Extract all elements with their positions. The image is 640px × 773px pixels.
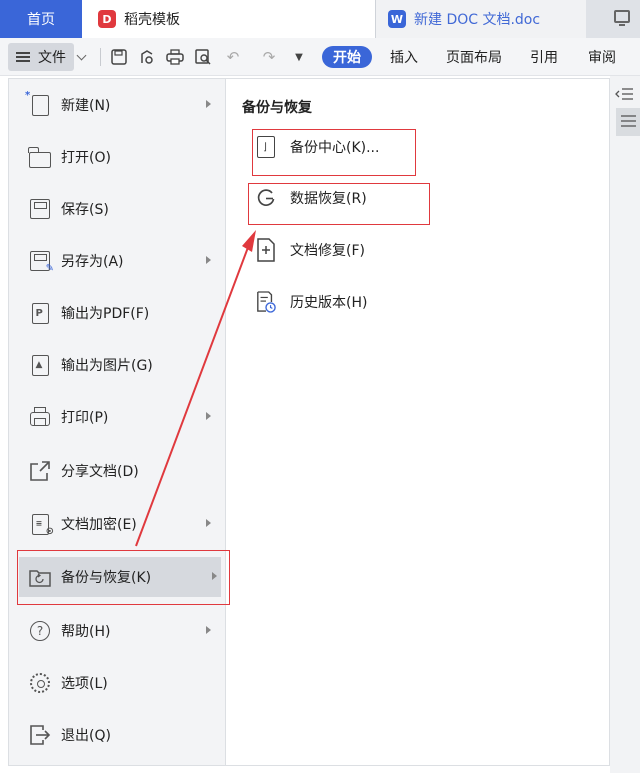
history-version-icon — [256, 291, 276, 313]
menu-item-label: 新建(N) — [61, 98, 111, 114]
submenu-arrow-icon — [206, 626, 211, 634]
submenu-item-history-version[interactable]: 历史版本(H) — [256, 286, 367, 318]
image-export-icon: ▲ — [29, 354, 51, 376]
menu-item-label: 选项(L) — [61, 676, 108, 692]
paragraph-icon[interactable] — [616, 108, 640, 136]
tab-document[interactable]: W 新建 DOC 文档.doc — [376, 0, 586, 38]
submenu-arrow-icon — [206, 519, 211, 527]
help-icon: ? — [29, 620, 51, 642]
menu-item-label: 打印(P) — [61, 410, 109, 426]
file-menu: * 新建(N) 打开(O) 保存(S) ✎ 另存为(A) P 输出为PDF(F)… — [8, 78, 226, 766]
writer-logo-icon: W — [388, 10, 406, 28]
ribbon-tab-references[interactable]: 引用 — [530, 46, 558, 68]
menu-item-encrypt[interactable]: ≡ ⊙ 文档加密(E) — [9, 504, 225, 544]
printer-icon[interactable] — [166, 48, 184, 66]
tab-bar: 首页 D 稻壳模板 W 新建 DOC 文档.doc — [0, 0, 640, 38]
menu-item-label: 保存(S) — [61, 202, 109, 218]
tab-templates[interactable]: D 稻壳模板 — [82, 0, 376, 38]
printer-icon — [29, 406, 51, 428]
save-as-icon: ✎ — [29, 250, 54, 274]
menu-item-save[interactable]: 保存(S) — [9, 189, 225, 229]
menu-item-label: 打开(O) — [61, 150, 111, 166]
file-menu-button[interactable]: 文件 — [8, 43, 74, 71]
save-icon — [29, 198, 51, 220]
annotation-box-data-restore — [248, 183, 430, 225]
menu-item-options[interactable]: 选项(L) — [9, 663, 225, 703]
file-menu-label: 文件 — [38, 50, 66, 66]
print-preview-icon[interactable] — [194, 48, 212, 66]
monitor-icon[interactable] — [614, 10, 630, 26]
annotation-box-backup-restore — [17, 550, 230, 605]
tab-home[interactable]: 首页 — [0, 0, 82, 38]
ribbon-tab-insert[interactable]: 插入 — [390, 46, 418, 68]
ribbon-tab-layout[interactable]: 页面布局 — [446, 46, 502, 68]
export-icon[interactable] — [138, 48, 156, 66]
menu-item-label: 另存为(A) — [61, 254, 124, 270]
document-edge — [610, 76, 640, 773]
new-document-icon: * — [25, 90, 51, 116]
annotation-box-backup-center — [252, 129, 416, 176]
exit-icon — [29, 724, 51, 746]
undo-icon[interactable]: ↶ — [224, 48, 242, 66]
folder-open-icon — [28, 146, 51, 168]
menu-item-exit[interactable]: 退出(Q) — [9, 715, 225, 755]
toolbar: 文件 ↶ ↷ ▼ 开始 插入 页面布局 引用 审阅 — [0, 38, 640, 76]
menu-item-label: 分享文档(D) — [61, 464, 139, 480]
docer-logo-icon: D — [98, 10, 116, 28]
ribbon-tab-review[interactable]: 审阅 — [588, 46, 616, 68]
menu-item-label: 输出为图片(G) — [61, 358, 153, 374]
toolbar-divider — [100, 48, 101, 66]
menu-item-label: 帮助(H) — [61, 624, 111, 640]
menu-item-open[interactable]: 打开(O) — [9, 137, 225, 177]
tab-templates-label: 稻壳模板 — [124, 12, 180, 28]
chevron-down-icon[interactable] — [76, 50, 87, 61]
backup-restore-submenu: 备份与恢复 ⌋ 备份中心(K)... 数据恢复(R) 文档修复(F) 历史版本(… — [226, 78, 610, 766]
redo-icon[interactable]: ↷ — [260, 48, 278, 66]
share-icon — [29, 460, 51, 482]
menu-item-help[interactable]: ? 帮助(H) — [9, 611, 225, 651]
hamburger-icon — [16, 52, 30, 62]
submenu-item-label: 文档修复(F) — [290, 243, 365, 259]
menu-item-label: 文档加密(E) — [61, 517, 137, 533]
ribbon-tab-start[interactable]: 开始 — [322, 46, 372, 68]
document-repair-icon — [256, 238, 276, 262]
submenu-item-document-repair[interactable]: 文档修复(F) — [256, 234, 365, 266]
menu-item-save-as[interactable]: ✎ 另存为(A) — [9, 241, 225, 281]
menu-item-share[interactable]: 分享文档(D) — [9, 451, 225, 491]
submenu-item-label: 历史版本(H) — [290, 295, 368, 311]
submenu-arrow-icon — [206, 256, 211, 264]
more-dropdown-icon[interactable]: ▼ — [290, 48, 308, 66]
submenu-title: 备份与恢复 — [242, 100, 312, 116]
tab-document-label: 新建 DOC 文档.doc — [414, 12, 541, 28]
gear-icon — [29, 672, 51, 694]
pdf-export-icon: P — [29, 302, 51, 324]
menu-item-export-pdf[interactable]: P 输出为PDF(F) — [9, 293, 225, 333]
menu-item-label: 输出为PDF(F) — [61, 306, 150, 322]
submenu-arrow-icon — [206, 412, 211, 420]
encrypt-icon: ≡ ⊙ — [29, 513, 54, 537]
menu-item-new[interactable]: * 新建(N) — [9, 85, 225, 125]
menu-item-label: 退出(Q) — [61, 728, 111, 744]
save-icon[interactable] — [110, 48, 128, 66]
menu-item-export-image[interactable]: ▲ 输出为图片(G) — [9, 345, 225, 385]
align-icon[interactable] — [614, 86, 636, 104]
submenu-arrow-icon — [206, 100, 211, 108]
menu-item-print[interactable]: 打印(P) — [9, 397, 225, 437]
